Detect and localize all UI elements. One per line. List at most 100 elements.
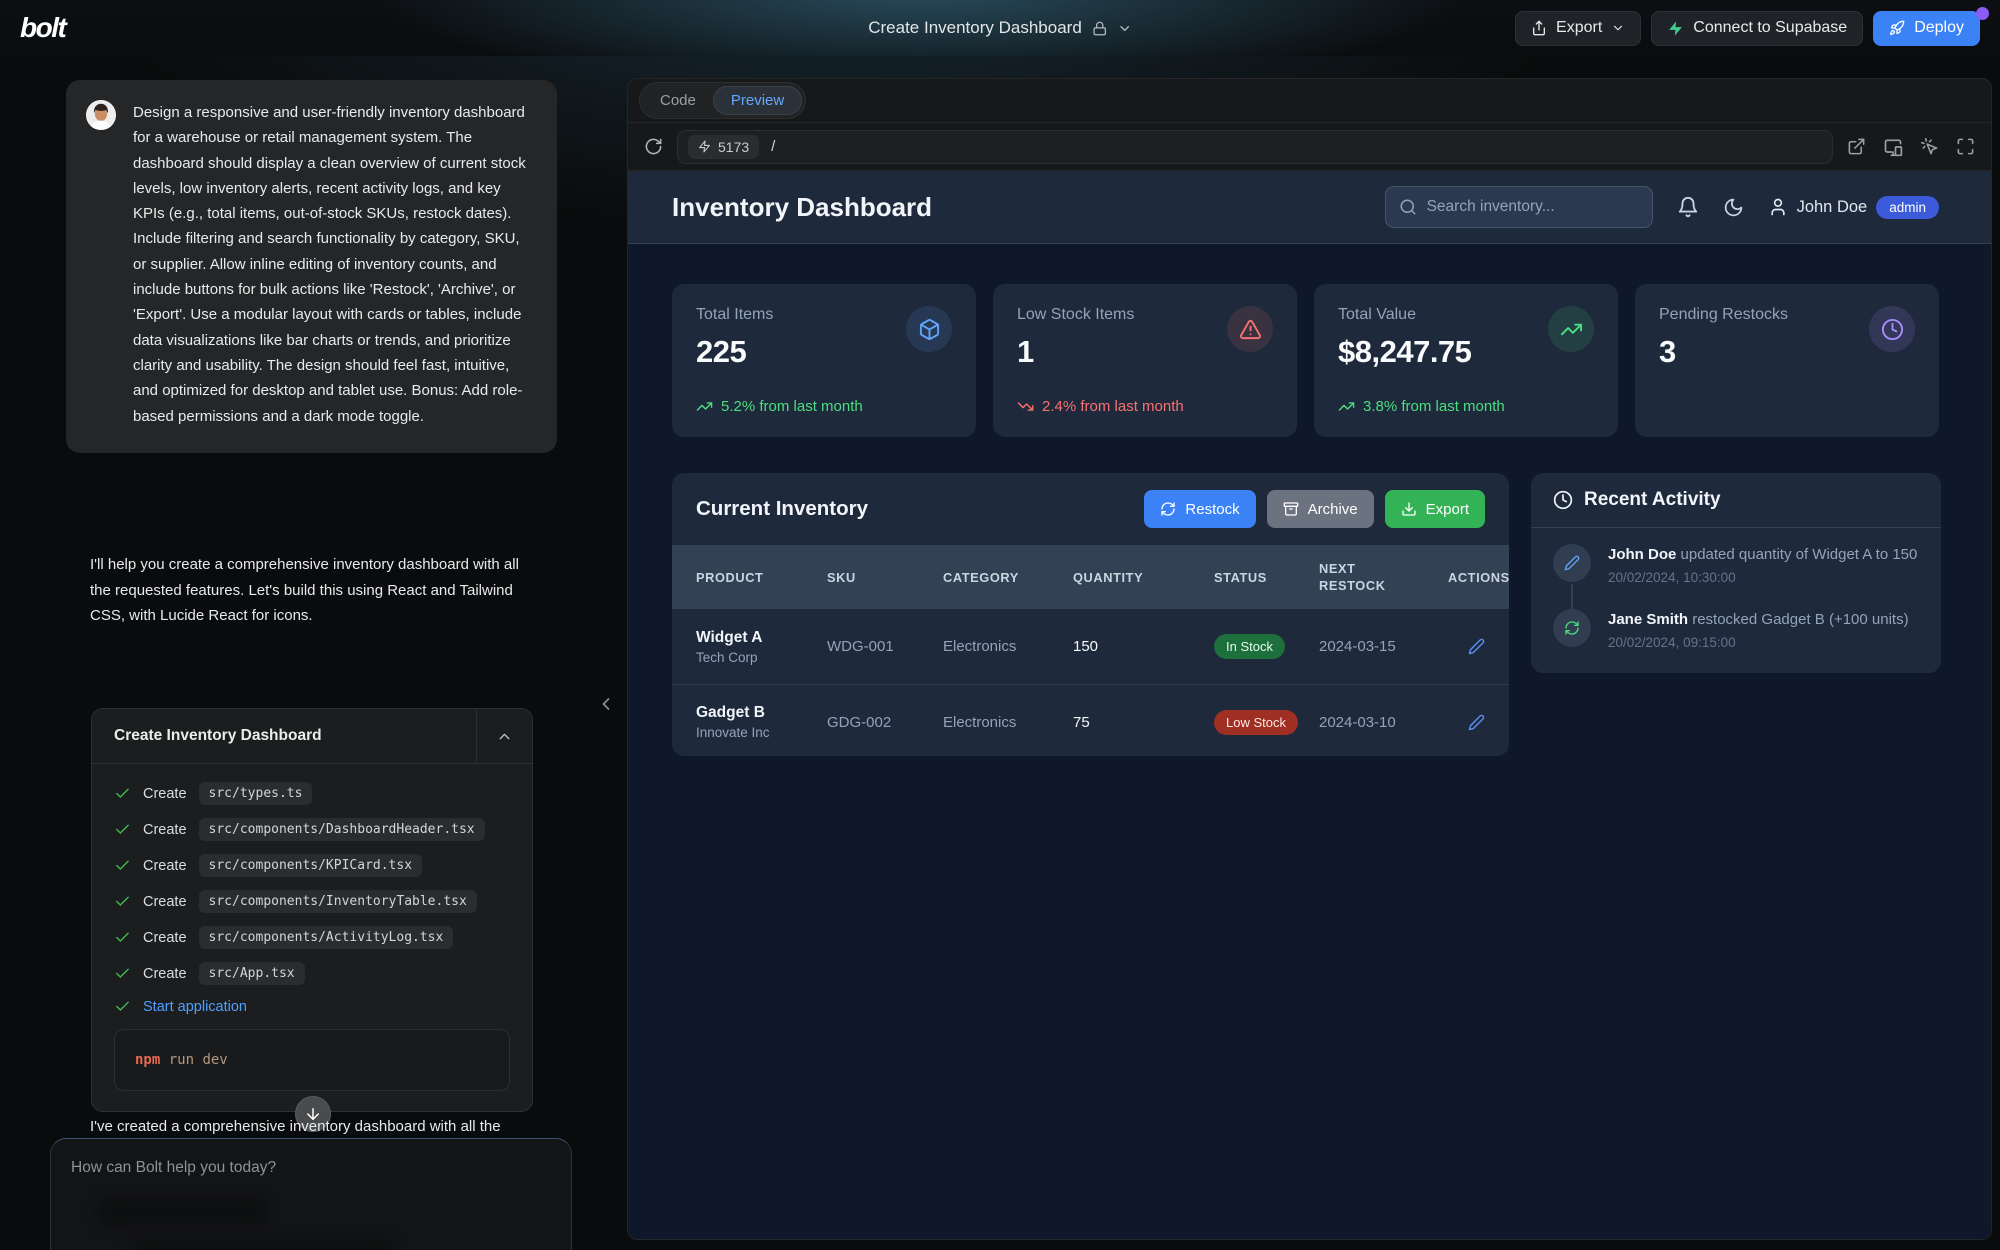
start-application-link[interactable]: Start application (143, 999, 247, 1015)
current-inventory-panel: Current Inventory Restock Archive (672, 473, 1509, 756)
user-menu[interactable]: John Doe admin (1768, 196, 1939, 219)
dark-mode-toggle-icon[interactable] (1723, 197, 1744, 218)
connect-supabase-button[interactable]: Connect to Supabase (1651, 11, 1863, 46)
port-chip[interactable]: 5173 (688, 135, 759, 159)
share-icon (1531, 20, 1547, 36)
user-message: Design a responsive and user-friendly in… (66, 80, 557, 453)
bolt-logo[interactable]: bolt (20, 12, 65, 44)
kpi-change: 2.4% from last month (1017, 398, 1273, 415)
file-chip[interactable]: src/components/ActivityLog.tsx (199, 926, 454, 949)
blurred-text (97, 1197, 269, 1227)
export-table-button[interactable]: Export (1385, 490, 1485, 528)
file-chip[interactable]: src/components/KPICard.tsx (199, 854, 423, 877)
trending-up-icon (1548, 306, 1594, 352)
responsive-devices-icon[interactable] (1883, 137, 1903, 157)
table-row: Gadget B Innovate Inc GDG-002 Electronic… (672, 684, 1509, 756)
file-chip[interactable]: src/components/InventoryTable.tsx (199, 890, 477, 913)
activity-timestamp: 20/02/2024, 10:30:00 (1608, 570, 1917, 585)
kpi-change: 5.2% from last month (696, 398, 952, 415)
restock-activity-icon (1553, 609, 1591, 647)
download-icon (1401, 501, 1417, 517)
status-badge: In Stock (1214, 634, 1285, 659)
artifact-action: Create src/types.ts (114, 782, 510, 805)
url-input[interactable]: 5173 / (677, 130, 1833, 164)
tab-code[interactable]: Code (643, 87, 713, 114)
check-icon (114, 785, 131, 802)
chevron-down-icon (1611, 21, 1625, 35)
activity-item: John Doe updated quantity of Widget A to… (1553, 544, 1919, 585)
file-chip[interactable]: src/App.tsx (199, 962, 305, 985)
rocket-icon (1889, 20, 1905, 36)
kpi-card-pending-restocks: Pending Restocks 3 (1635, 284, 1939, 437)
edit-activity-icon (1553, 544, 1591, 582)
inventory-search[interactable] (1385, 186, 1653, 228)
restock-button[interactable]: Restock (1144, 490, 1255, 528)
workbench-tab-bar: Code Preview (628, 79, 1991, 123)
edit-row-icon[interactable] (1468, 638, 1485, 655)
project-title-menu[interactable]: Create Inventory Dashboard (868, 0, 1132, 56)
reload-icon[interactable] (644, 137, 663, 156)
check-icon (114, 857, 131, 874)
archive-button[interactable]: Archive (1267, 490, 1374, 528)
assistant-intro: I'll help you create a comprehensive inv… (90, 552, 530, 629)
blurred-text (129, 1239, 397, 1250)
chat-input-box[interactable] (50, 1138, 572, 1250)
supabase-icon (1667, 20, 1684, 37)
user-icon (1768, 197, 1788, 217)
trending-up-icon (1338, 398, 1355, 415)
bolt-app: bolt Create Inventory Dashboard Export C… (0, 0, 2000, 1250)
export-button[interactable]: Export (1515, 11, 1641, 46)
terminal-command: npm run dev (114, 1029, 510, 1091)
tab-preview[interactable]: Preview (713, 86, 802, 115)
lock-icon (1092, 21, 1107, 36)
archive-icon (1283, 501, 1299, 517)
clock-icon (1553, 490, 1573, 510)
kpi-card-total-items: Total Items 225 5.2% from last month (672, 284, 976, 437)
alert-triangle-icon (1227, 306, 1273, 352)
project-title: Create Inventory Dashboard (868, 18, 1082, 38)
artifact-collapse-button[interactable] (476, 709, 532, 763)
user-name: John Doe (1797, 198, 1868, 217)
inventory-title: Current Inventory (696, 497, 868, 521)
file-chip[interactable]: src/types.ts (199, 782, 313, 805)
recent-activity-panel: Recent Activity John Doe (1531, 473, 1941, 673)
url-path: / (771, 138, 775, 155)
workbench-panel: Code Preview 5173 / (627, 78, 1992, 1240)
notifications-bell-icon[interactable] (1677, 196, 1699, 218)
check-icon (114, 965, 131, 982)
chat-input[interactable] (71, 1159, 531, 1177)
chat-panel: Design a responsive and user-friendly in… (0, 56, 622, 1250)
check-icon (114, 929, 131, 946)
chevron-down-icon[interactable] (1117, 21, 1132, 36)
chevron-up-icon (496, 728, 513, 745)
artifact-action: Create src/components/ActivityLog.tsx (114, 926, 510, 949)
activity-item: Jane Smith restocked Gadget B (+100 unit… (1553, 609, 1919, 650)
search-icon (1399, 198, 1417, 216)
fullscreen-icon[interactable] (1956, 137, 1975, 156)
artifact-action: Create src/components/InventoryTable.tsx (114, 890, 510, 913)
kpi-row: Total Items 225 5.2% from last month (672, 284, 1939, 437)
user-avatar (86, 100, 116, 130)
preview-url-bar: 5173 / (628, 123, 1991, 171)
kpi-card-total-value: Total Value $8,247.75 3.8% from last mon… (1314, 284, 1618, 437)
file-chip[interactable]: src/components/DashboardHeader.tsx (199, 818, 485, 841)
deploy-button[interactable]: Deploy (1873, 11, 1980, 46)
activity-title: Recent Activity (1584, 489, 1721, 511)
check-icon (114, 821, 131, 838)
collapse-chat-button[interactable] (596, 694, 616, 714)
table-header-row: Product SKU Category Quantity Status Nex… (672, 545, 1509, 609)
kpi-card-low-stock: Low Stock Items 1 2.4% from last month (993, 284, 1297, 437)
inventory-search-input[interactable] (1427, 198, 1639, 216)
code-preview-toggle: Code Preview (639, 82, 806, 119)
kpi-change: 3.8% from last month (1338, 398, 1594, 415)
refresh-icon (1160, 501, 1176, 517)
trending-up-icon (696, 398, 713, 415)
start-application-row: Start application (114, 998, 510, 1015)
inspector-cursor-icon[interactable] (1920, 137, 1939, 156)
open-external-icon[interactable] (1847, 137, 1866, 156)
preview-viewport: Inventory Dashboard John Doe (628, 171, 1991, 1239)
dashboard-header: Inventory Dashboard John Doe (628, 171, 1991, 244)
notification-dot (1976, 7, 1989, 20)
trending-down-icon (1017, 398, 1034, 415)
edit-row-icon[interactable] (1468, 714, 1485, 731)
